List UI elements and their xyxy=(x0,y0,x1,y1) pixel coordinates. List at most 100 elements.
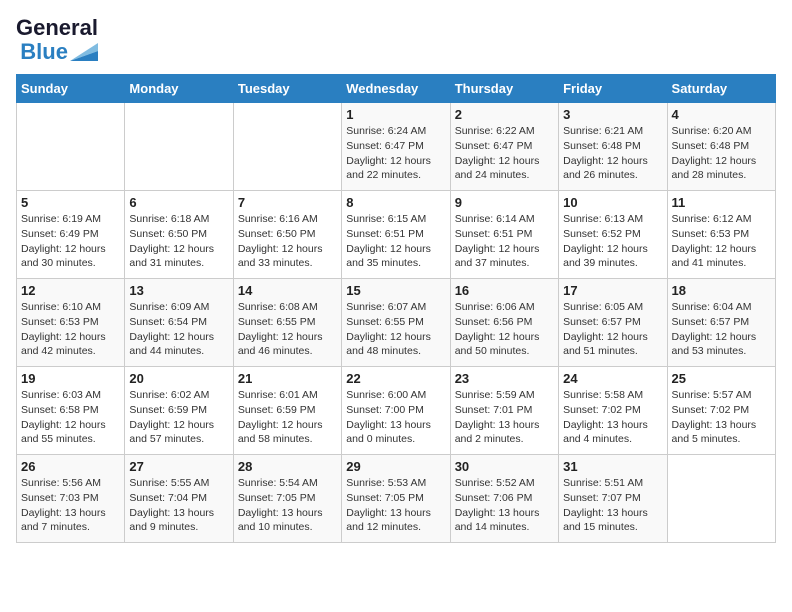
calendar-cell: 22Sunrise: 6:00 AM Sunset: 7:00 PM Dayli… xyxy=(342,367,450,455)
logo: General Blue xyxy=(16,16,98,64)
logo-blue-text: Blue xyxy=(20,40,68,64)
calendar-cell: 1 Sunrise: 6:24 AM Sunset: 6:47 PM Daylig… xyxy=(342,103,450,191)
day-info: Sunrise: 6:04 AM Sunset: 6:57 PM Dayligh… xyxy=(672,300,771,359)
calendar-cell: 2 Sunrise: 6:22 AM Sunset: 6:47 PM Daylig… xyxy=(450,103,558,191)
calendar-cell: 9 Sunrise: 6:14 AM Sunset: 6:51 PM Daylig… xyxy=(450,191,558,279)
calendar-cell: 29 Sunrise: 5:53 AM Sunset: 7:05 PM Dayli… xyxy=(342,455,450,543)
day-info: Sunrise: 5:52 AM Sunset: 7:06 PM Dayligh… xyxy=(455,476,554,535)
header-monday: Monday xyxy=(125,75,233,103)
day-info: Sunrise: 5:57 AM Sunset: 7:02 PM Dayligh… xyxy=(672,388,771,447)
header-tuesday: Tuesday xyxy=(233,75,341,103)
day-info: Sunrise: 6:19 AM Sunset: 6:49 PM Dayligh… xyxy=(21,212,120,271)
calendar-cell: 19 Sunrise: 6:03 AM Sunset: 6:58 PM Dayli… xyxy=(17,367,125,455)
calendar-cell xyxy=(667,455,775,543)
calendar-cell: 13Sunrise: 6:09 AM Sunset: 6:54 PM Dayli… xyxy=(125,279,233,367)
day-info: Sunrise: 6:08 AM Sunset: 6:55 PM Dayligh… xyxy=(238,300,337,359)
week-row-1: 1 Sunrise: 6:24 AM Sunset: 6:47 PM Daylig… xyxy=(17,103,776,191)
day-info: Sunrise: 6:12 AM Sunset: 6:53 PM Dayligh… xyxy=(672,212,771,271)
day-number: 12 xyxy=(21,283,120,298)
day-info: Sunrise: 6:07 AM Sunset: 6:55 PM Dayligh… xyxy=(346,300,445,359)
calendar-cell: 16Sunrise: 6:06 AM Sunset: 6:56 PM Dayli… xyxy=(450,279,558,367)
day-number: 14 xyxy=(238,283,337,298)
logo-wing-icon xyxy=(70,43,98,61)
calendar-cell: 20 Sunrise: 6:02 AM Sunset: 6:59 PM Dayli… xyxy=(125,367,233,455)
calendar-cell: 25 Sunrise: 5:57 AM Sunset: 7:02 PM Dayli… xyxy=(667,367,775,455)
calendar-cell: 5Sunrise: 6:19 AM Sunset: 6:49 PM Daylig… xyxy=(17,191,125,279)
day-number: 10 xyxy=(563,195,662,210)
day-number: 8 xyxy=(346,195,445,210)
day-number: 11 xyxy=(672,195,771,210)
day-info: Sunrise: 6:05 AM Sunset: 6:57 PM Dayligh… xyxy=(563,300,662,359)
calendar-cell: 23 Sunrise: 5:59 AM Sunset: 7:01 PM Dayli… xyxy=(450,367,558,455)
day-info: Sunrise: 6:24 AM Sunset: 6:47 PM Dayligh… xyxy=(346,124,445,183)
day-number: 15 xyxy=(346,283,445,298)
day-info: Sunrise: 6:09 AM Sunset: 6:54 PM Dayligh… xyxy=(129,300,228,359)
calendar-cell: 7 Sunrise: 6:16 AM Sunset: 6:50 PM Daylig… xyxy=(233,191,341,279)
day-info: Sunrise: 5:58 AM Sunset: 7:02 PM Dayligh… xyxy=(563,388,662,447)
day-info: Sunrise: 5:51 AM Sunset: 7:07 PM Dayligh… xyxy=(563,476,662,535)
calendar-cell: 24 Sunrise: 5:58 AM Sunset: 7:02 PM Dayli… xyxy=(559,367,667,455)
calendar-cell: 17Sunrise: 6:05 AM Sunset: 6:57 PM Dayli… xyxy=(559,279,667,367)
calendar-cell: 3Sunrise: 6:21 AM Sunset: 6:48 PM Daylig… xyxy=(559,103,667,191)
header-wednesday: Wednesday xyxy=(342,75,450,103)
page-header: General Blue xyxy=(16,16,776,64)
day-number: 29 xyxy=(346,459,445,474)
day-info: Sunrise: 5:53 AM Sunset: 7:05 PM Dayligh… xyxy=(346,476,445,535)
day-info: Sunrise: 6:02 AM Sunset: 6:59 PM Dayligh… xyxy=(129,388,228,447)
day-info: Sunrise: 6:16 AM Sunset: 6:50 PM Dayligh… xyxy=(238,212,337,271)
calendar-cell: 12 Sunrise: 6:10 AM Sunset: 6:53 PM Dayli… xyxy=(17,279,125,367)
day-info: Sunrise: 5:59 AM Sunset: 7:01 PM Dayligh… xyxy=(455,388,554,447)
calendar-cell xyxy=(17,103,125,191)
day-info: Sunrise: 6:03 AM Sunset: 6:58 PM Dayligh… xyxy=(21,388,120,447)
day-info: Sunrise: 6:20 AM Sunset: 6:48 PM Dayligh… xyxy=(672,124,771,183)
day-number: 25 xyxy=(672,371,771,386)
day-number: 23 xyxy=(455,371,554,386)
calendar-cell: 27Sunrise: 5:55 AM Sunset: 7:04 PM Dayli… xyxy=(125,455,233,543)
calendar-cell: 10 Sunrise: 6:13 AM Sunset: 6:52 PM Dayli… xyxy=(559,191,667,279)
day-info: Sunrise: 6:13 AM Sunset: 6:52 PM Dayligh… xyxy=(563,212,662,271)
day-info: Sunrise: 6:22 AM Sunset: 6:47 PM Dayligh… xyxy=(455,124,554,183)
day-info: Sunrise: 5:56 AM Sunset: 7:03 PM Dayligh… xyxy=(21,476,120,535)
day-number: 22 xyxy=(346,371,445,386)
calendar-cell xyxy=(125,103,233,191)
day-number: 28 xyxy=(238,459,337,474)
day-number: 1 xyxy=(346,107,445,122)
calendar-table: SundayMondayTuesdayWednesdayThursdayFrid… xyxy=(16,74,776,543)
day-info: Sunrise: 6:14 AM Sunset: 6:51 PM Dayligh… xyxy=(455,212,554,271)
day-number: 19 xyxy=(21,371,120,386)
calendar-cell: 28 Sunrise: 5:54 AM Sunset: 7:05 PM Dayli… xyxy=(233,455,341,543)
header-sunday: Sunday xyxy=(17,75,125,103)
day-number: 2 xyxy=(455,107,554,122)
calendar-header-row: SundayMondayTuesdayWednesdayThursdayFrid… xyxy=(17,75,776,103)
calendar-cell: 18 Sunrise: 6:04 AM Sunset: 6:57 PM Dayli… xyxy=(667,279,775,367)
week-row-3: 12 Sunrise: 6:10 AM Sunset: 6:53 PM Dayli… xyxy=(17,279,776,367)
header-thursday: Thursday xyxy=(450,75,558,103)
day-info: Sunrise: 5:55 AM Sunset: 7:04 PM Dayligh… xyxy=(129,476,228,535)
day-number: 30 xyxy=(455,459,554,474)
header-saturday: Saturday xyxy=(667,75,775,103)
day-number: 24 xyxy=(563,371,662,386)
calendar-cell xyxy=(233,103,341,191)
calendar-cell: 6Sunrise: 6:18 AM Sunset: 6:50 PM Daylig… xyxy=(125,191,233,279)
day-info: Sunrise: 6:21 AM Sunset: 6:48 PM Dayligh… xyxy=(563,124,662,183)
day-number: 31 xyxy=(563,459,662,474)
week-row-5: 26Sunrise: 5:56 AM Sunset: 7:03 PM Dayli… xyxy=(17,455,776,543)
day-info: Sunrise: 6:18 AM Sunset: 6:50 PM Dayligh… xyxy=(129,212,228,271)
day-info: Sunrise: 5:54 AM Sunset: 7:05 PM Dayligh… xyxy=(238,476,337,535)
day-number: 4 xyxy=(672,107,771,122)
day-info: Sunrise: 6:10 AM Sunset: 6:53 PM Dayligh… xyxy=(21,300,120,359)
day-number: 9 xyxy=(455,195,554,210)
day-number: 20 xyxy=(129,371,228,386)
day-number: 18 xyxy=(672,283,771,298)
calendar-cell: 26Sunrise: 5:56 AM Sunset: 7:03 PM Dayli… xyxy=(17,455,125,543)
calendar-cell: 15 Sunrise: 6:07 AM Sunset: 6:55 PM Dayli… xyxy=(342,279,450,367)
calendar-cell: 30 Sunrise: 5:52 AM Sunset: 7:06 PM Dayli… xyxy=(450,455,558,543)
header-friday: Friday xyxy=(559,75,667,103)
day-info: Sunrise: 6:15 AM Sunset: 6:51 PM Dayligh… xyxy=(346,212,445,271)
calendar-cell: 11 Sunrise: 6:12 AM Sunset: 6:53 PM Dayli… xyxy=(667,191,775,279)
calendar-cell: 31 Sunrise: 5:51 AM Sunset: 7:07 PM Dayli… xyxy=(559,455,667,543)
day-number: 16 xyxy=(455,283,554,298)
week-row-4: 19 Sunrise: 6:03 AM Sunset: 6:58 PM Dayli… xyxy=(17,367,776,455)
calendar-cell: 14 Sunrise: 6:08 AM Sunset: 6:55 PM Dayli… xyxy=(233,279,341,367)
day-number: 7 xyxy=(238,195,337,210)
